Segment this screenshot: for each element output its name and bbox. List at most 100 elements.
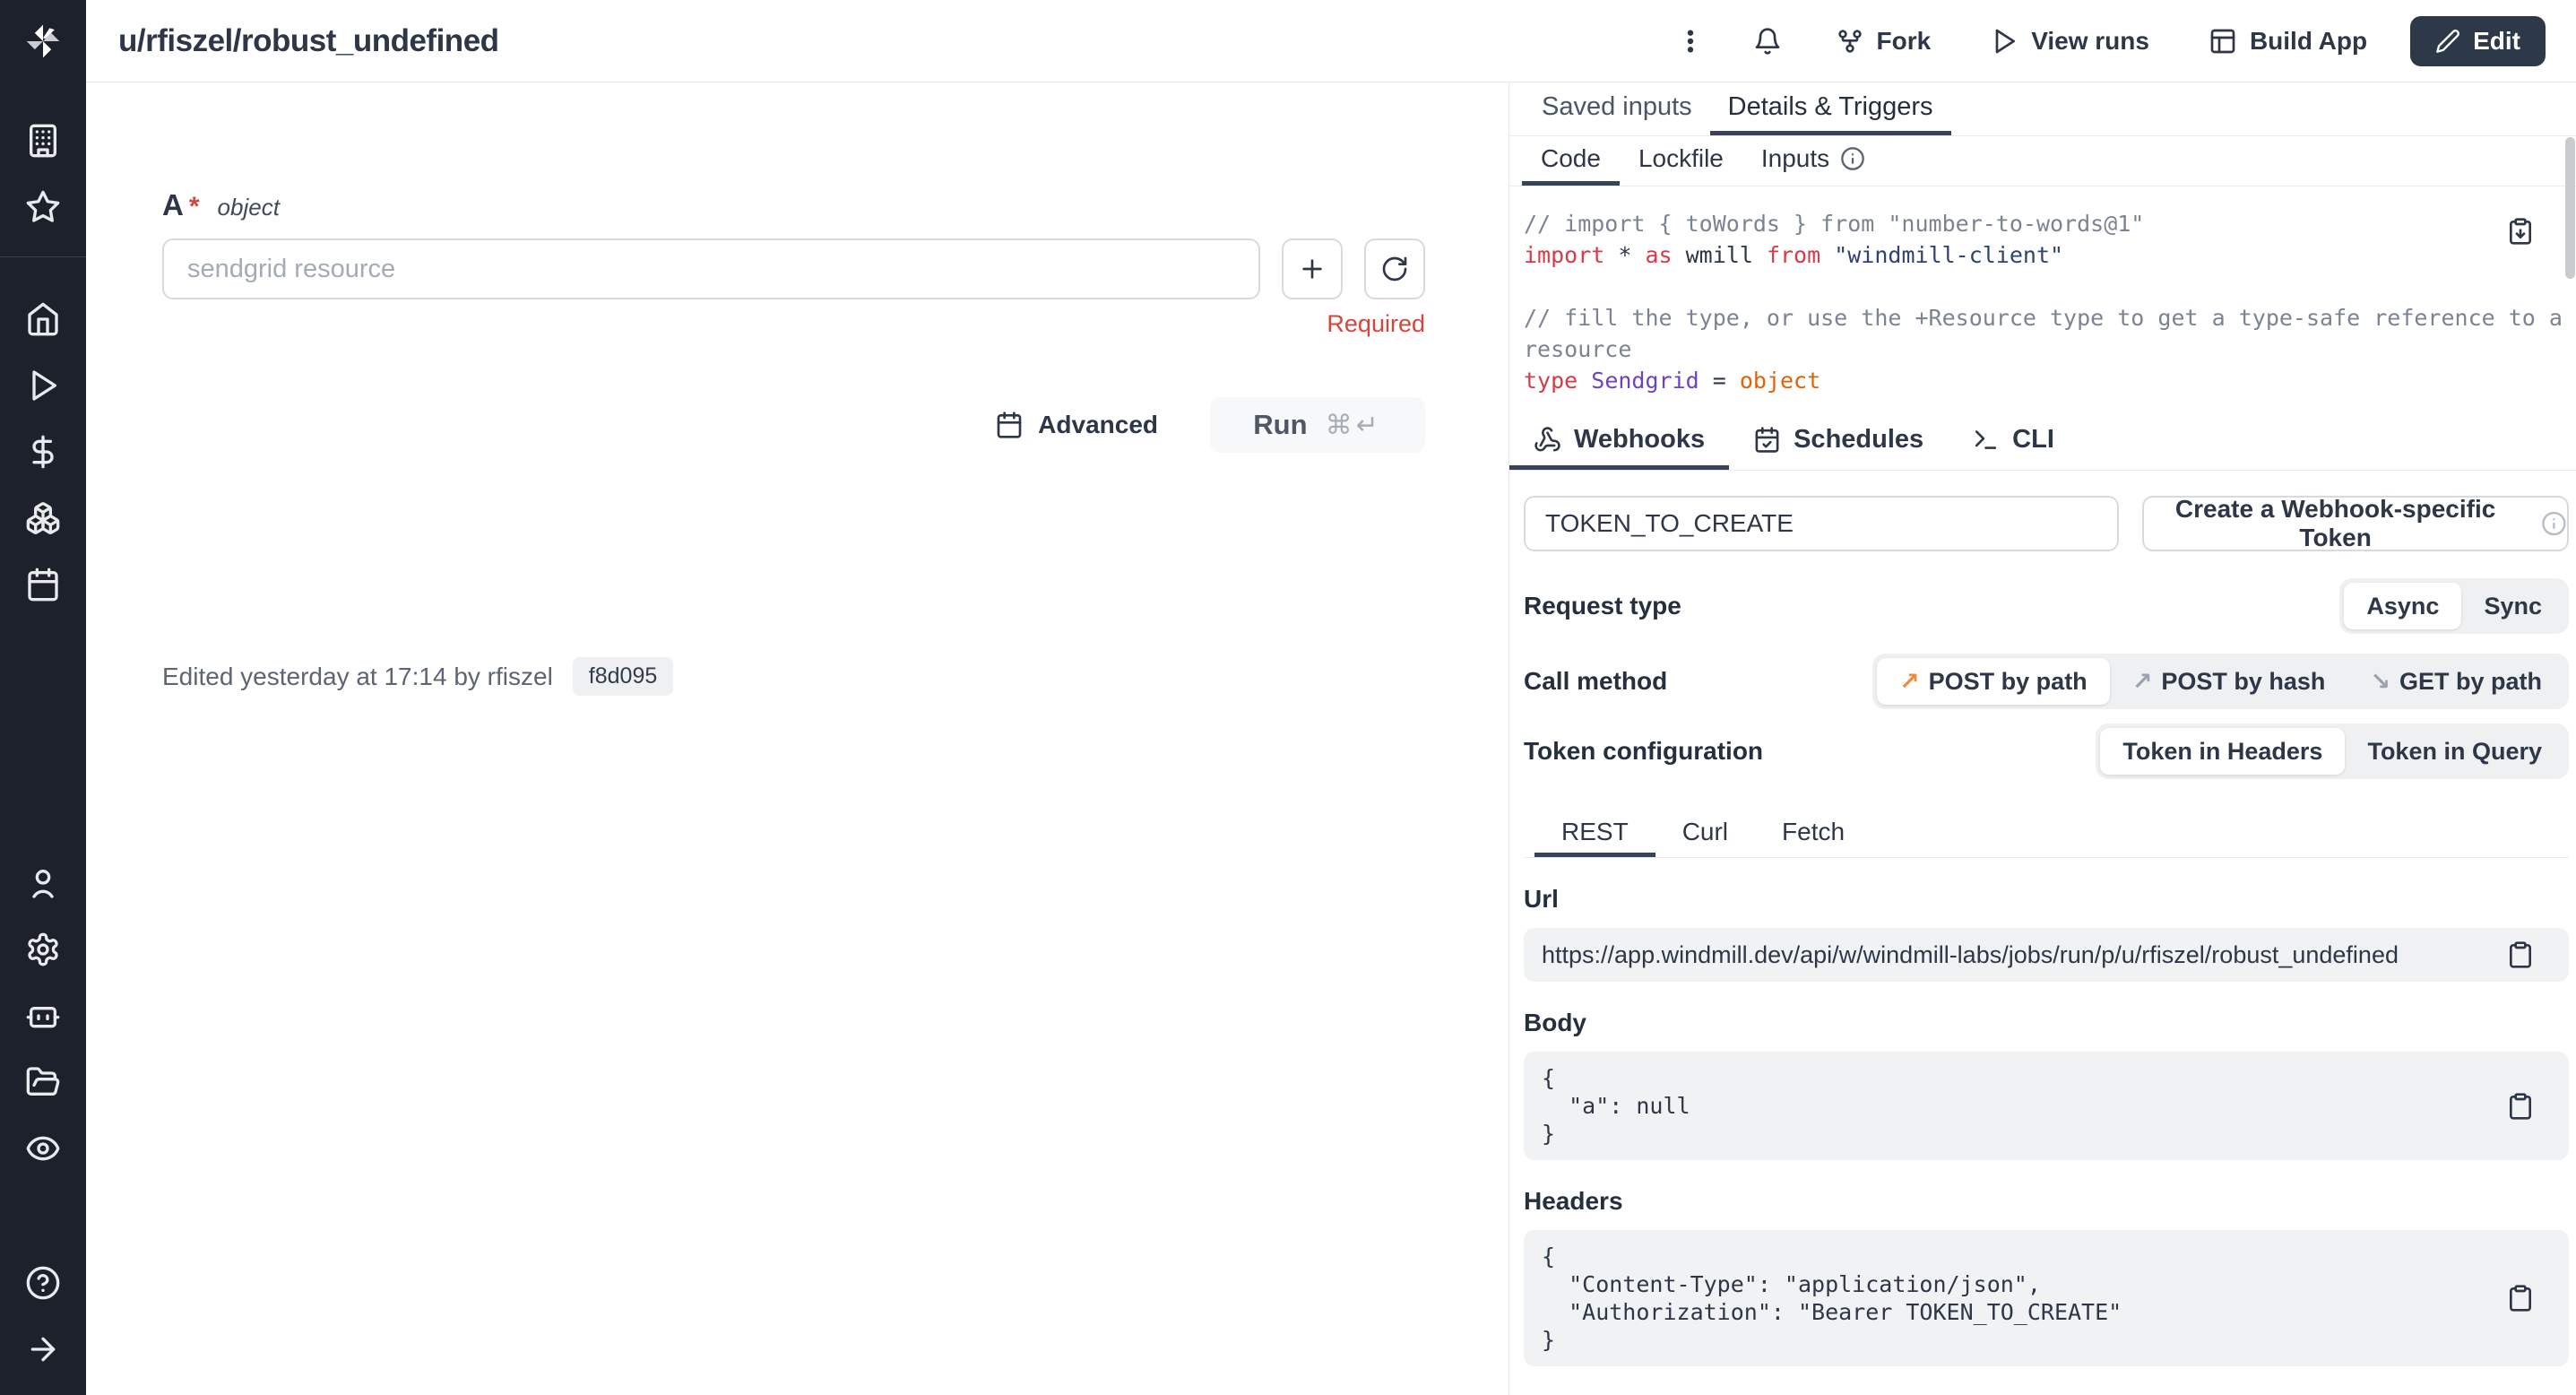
- sidebar-item-variables[interactable]: [0, 419, 86, 485]
- panel-tabs: Saved inputs Details & Triggers: [1509, 82, 2576, 136]
- tab-schedules[interactable]: Schedules: [1729, 413, 1948, 470]
- info-icon: [2541, 510, 2567, 537]
- run-row: Advanced Run ⌘↵: [162, 397, 1425, 453]
- build-app-button[interactable]: Build App: [2192, 18, 2383, 65]
- edit-button[interactable]: Edit: [2410, 16, 2546, 66]
- calendar-icon: [995, 411, 1024, 439]
- headers-box: { "Content-Type": "application/json", "A…: [1524, 1230, 2569, 1366]
- call-method-toggle: ↗ POST by path ↗ POST by hash ↘ GET by p…: [1872, 654, 2569, 709]
- bell-icon: [1753, 27, 1782, 56]
- tab-details-triggers[interactable]: Details & Triggers: [1710, 82, 1951, 135]
- kebab-menu-icon: [1676, 27, 1705, 56]
- page-title: u/rfiszel/robust_undefined: [118, 23, 499, 59]
- view-runs-button[interactable]: View runs: [1974, 18, 2165, 65]
- sidebar-item-runs[interactable]: [0, 352, 86, 419]
- fork-label: Fork: [1877, 27, 1932, 56]
- fork-button[interactable]: Fork: [1820, 18, 1948, 65]
- layout-panels-icon: [2209, 27, 2237, 56]
- headers-line: }: [1542, 1326, 2488, 1354]
- post-by-hash-label: POST by hash: [2161, 668, 2325, 696]
- tab-webhooks[interactable]: Webhooks: [1509, 413, 1729, 470]
- sidebar-item-schedules[interactable]: [0, 551, 86, 618]
- tab-rest[interactable]: REST: [1534, 811, 1655, 857]
- toggle-post-by-hash[interactable]: ↗ POST by hash: [2110, 658, 2348, 705]
- sidebar-top-group: [0, 108, 86, 240]
- kebab-menu-button[interactable]: [1665, 18, 1716, 65]
- sidebar-item-ai[interactable]: [0, 983, 86, 1049]
- copy-code-button[interactable]: [2506, 217, 2535, 246]
- toggle-token-query[interactable]: Token in Query: [2345, 728, 2564, 775]
- sidebar-item-resources[interactable]: [0, 485, 86, 551]
- sidebar-item-home[interactable]: [0, 286, 86, 352]
- tab-code[interactable]: Code: [1522, 136, 1620, 186]
- clipboard-icon: [2506, 1284, 2535, 1313]
- toggle-get-by-path[interactable]: ↘ GET by path: [2347, 658, 2564, 705]
- copy-headers-button[interactable]: [2506, 1284, 2535, 1313]
- sidebar-item-audit[interactable]: [0, 1115, 86, 1182]
- sidebar: [0, 0, 86, 1395]
- notifications-button[interactable]: [1742, 18, 1793, 65]
- copy-url-button[interactable]: [2506, 940, 2535, 969]
- toggle-async[interactable]: Async: [2344, 583, 2461, 629]
- view-runs-label: View runs: [2031, 27, 2149, 56]
- field-name: A: [162, 188, 184, 222]
- tab-cli[interactable]: CLI: [1948, 413, 2079, 470]
- field-type: object: [218, 194, 280, 221]
- version-badge[interactable]: f8d095: [573, 657, 673, 696]
- copy-body-button[interactable]: [2506, 1092, 2535, 1121]
- body-section: Body { "a": null }: [1524, 1009, 2569, 1160]
- sidebar-item-settings[interactable]: [0, 916, 86, 983]
- clipboard-icon: [2506, 1092, 2535, 1121]
- tab-inputs[interactable]: Inputs: [1742, 136, 1884, 186]
- create-token-button[interactable]: Create a Webhook-specific Token: [2142, 496, 2569, 551]
- sidebar-item-user[interactable]: [0, 850, 86, 916]
- add-resource-button[interactable]: [1282, 238, 1343, 299]
- edited-text: Edited yesterday at 17:14 by rfiszel: [162, 663, 553, 691]
- edit-label: Edit: [2473, 27, 2520, 56]
- toggle-sync[interactable]: Sync: [2461, 583, 2564, 629]
- tab-saved-inputs[interactable]: Saved inputs: [1524, 82, 1710, 135]
- toggle-token-headers[interactable]: Token in Headers: [2100, 728, 2345, 775]
- token-config-toggle: Token in Headers Token in Query: [2096, 723, 2569, 779]
- headers-label: Headers: [1524, 1187, 2569, 1216]
- sidebar-item-help[interactable]: [0, 1250, 86, 1316]
- body-box: { "a": null }: [1524, 1052, 2569, 1160]
- request-type-label: Request type: [1524, 592, 1681, 620]
- body-line: {: [1542, 1064, 2488, 1092]
- sidebar-item-favorites[interactable]: [0, 174, 86, 240]
- tab-lockfile[interactable]: Lockfile: [1620, 136, 1742, 186]
- sidebar-item-folders[interactable]: [0, 1049, 86, 1115]
- sidebar-item-workspace[interactable]: [0, 108, 86, 174]
- sidebar-bottom-group: [0, 850, 86, 1395]
- sidebar-item-expand[interactable]: [0, 1316, 86, 1382]
- headers-line: "Authorization": "Bearer TOKEN_TO_CREATE…: [1542, 1298, 2488, 1326]
- get-by-path-label: GET by path: [2399, 668, 2542, 696]
- request-type-row: Request type Async Sync: [1524, 578, 2569, 634]
- url-box: https://app.windmill.dev/api/w/windmill-…: [1524, 928, 2569, 982]
- tab-cli-label: CLI: [2012, 425, 2054, 455]
- collapse-arrow-right-icon: [25, 1331, 61, 1367]
- code-subtabs: Code Lockfile Inputs: [1509, 136, 2576, 186]
- run-shortcut: ⌘↵: [1326, 410, 1382, 441]
- content-row: A * object Required: [86, 82, 2576, 1395]
- toggle-post-by-path[interactable]: ↗ POST by path: [1877, 658, 2110, 705]
- tab-curl[interactable]: Curl: [1655, 811, 1755, 857]
- favorites-star-icon: [25, 189, 61, 225]
- home-icon: [25, 301, 61, 337]
- request-type-toggle: Async Sync: [2339, 578, 2569, 634]
- code-line-5: resource: [1524, 334, 2522, 365]
- sidebar-main-group: [0, 286, 86, 618]
- token-input[interactable]: [1524, 496, 2119, 551]
- runs-play-icon: [25, 368, 61, 403]
- calendar-check-icon: [1753, 426, 1781, 454]
- windmill-logo[interactable]: [0, 0, 86, 82]
- code-line-1: // import { toWords } from "number-to-wo…: [1524, 208, 2522, 239]
- resource-input[interactable]: [162, 238, 1260, 299]
- run-button[interactable]: Run ⌘↵: [1210, 397, 1425, 453]
- code-viewer: // import { toWords } from "number-to-wo…: [1509, 186, 2576, 413]
- schedules-calendar-icon: [25, 567, 61, 602]
- create-token-label: Create a Webhook-specific Token: [2144, 495, 2527, 552]
- advanced-button[interactable]: Advanced: [995, 411, 1158, 439]
- tab-fetch[interactable]: Fetch: [1755, 811, 1871, 857]
- refresh-resource-button[interactable]: [1364, 238, 1425, 299]
